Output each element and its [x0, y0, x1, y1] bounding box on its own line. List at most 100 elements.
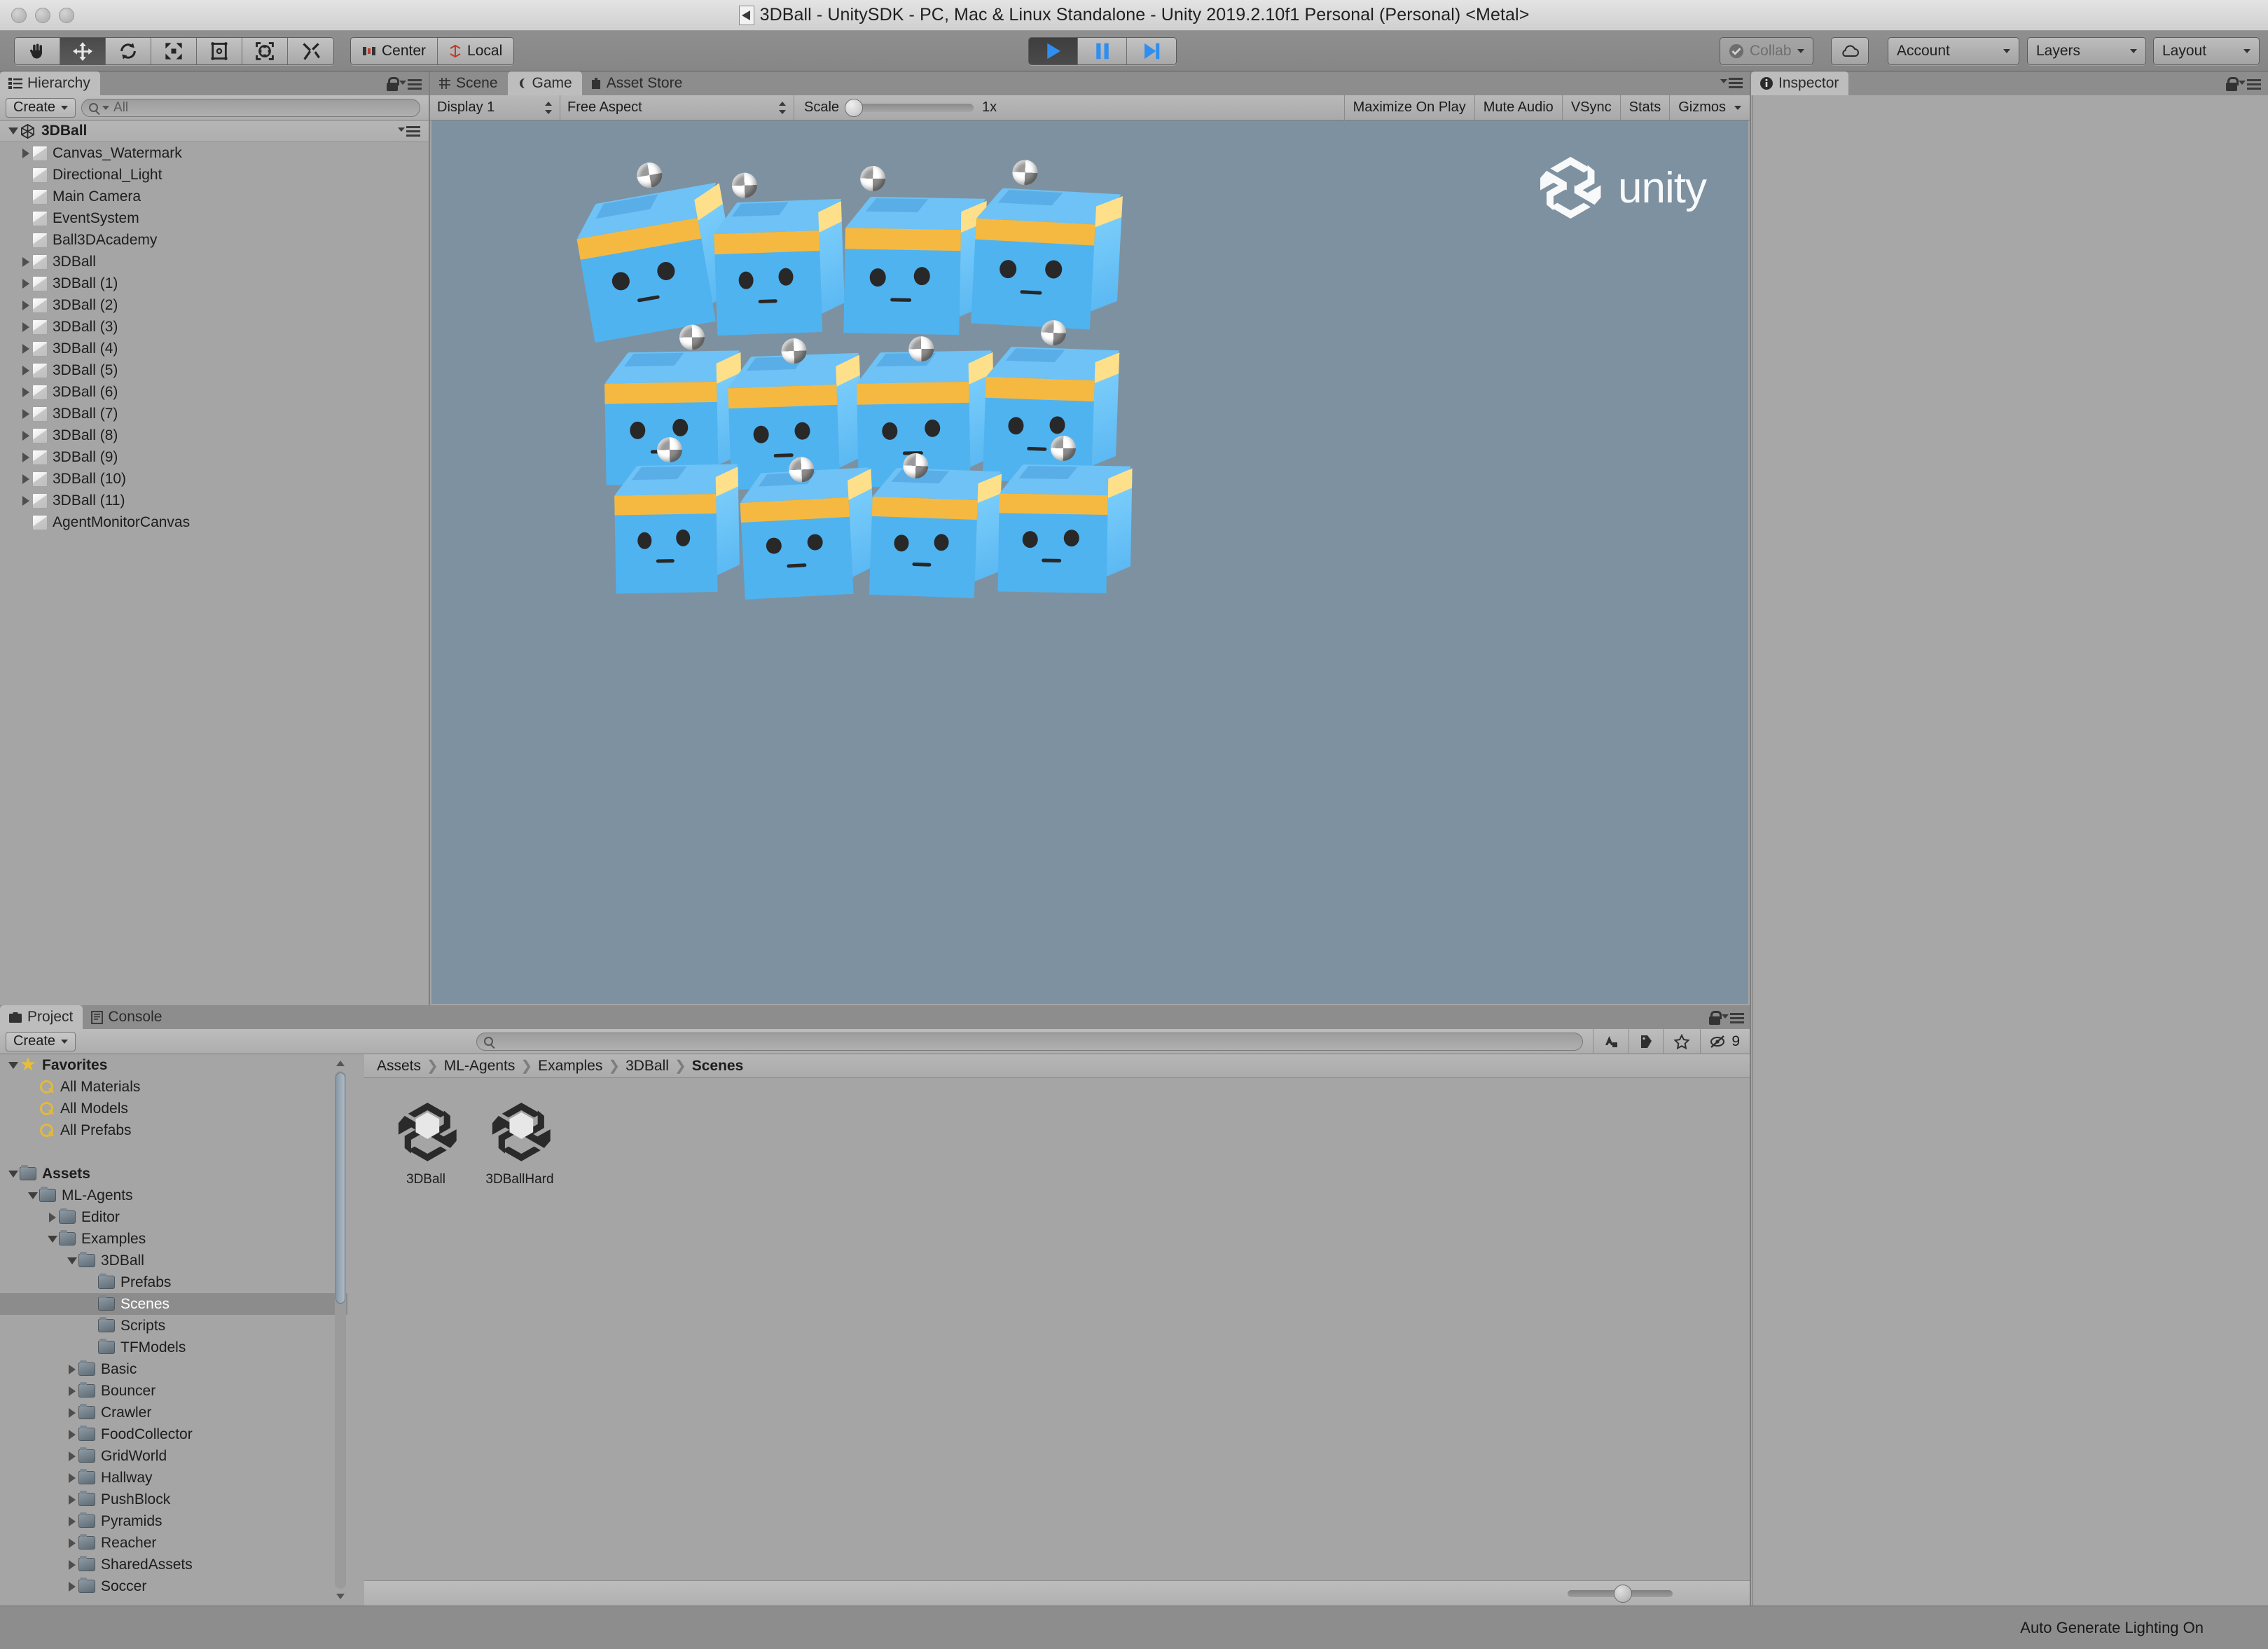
- hierarchy-item-3dball-11[interactable]: 3DBall (11): [0, 490, 429, 511]
- rotate-tool-button[interactable]: [106, 38, 151, 64]
- expand-arrow[interactable]: [66, 1582, 78, 1592]
- hierarchy-panel-menu[interactable]: [387, 77, 422, 91]
- collapse-arrow[interactable]: [66, 1257, 78, 1264]
- project-tree-item-basic[interactable]: Basic: [0, 1358, 347, 1380]
- custom-editor-tool-button[interactable]: [288, 38, 333, 64]
- project-folder-tree[interactable]: ★ Favorites All Materials All Models All Pre…: [0, 1054, 347, 1606]
- project-tree-item-pushblock[interactable]: PushBlock: [0, 1489, 347, 1510]
- maximize-on-play-toggle[interactable]: Maximize On Play: [1343, 95, 1474, 120]
- favorite-filter-button[interactable]: [1663, 1028, 1700, 1054]
- hierarchy-item-eventsystem[interactable]: EventSystem: [0, 207, 429, 229]
- hierarchy-item-3dball-10[interactable]: 3DBall (10): [0, 468, 429, 490]
- project-tree-item-prefabs[interactable]: Prefabs: [0, 1271, 347, 1293]
- panel-menu-icon[interactable]: [399, 78, 422, 90]
- hidden-assets-indicator[interactable]: 9: [1700, 1028, 1751, 1054]
- lock-icon[interactable]: [387, 77, 399, 91]
- pivot-mode-button[interactable]: Center: [351, 38, 438, 64]
- expand-arrow[interactable]: [20, 322, 32, 332]
- scene-expand-arrow[interactable]: [7, 127, 20, 134]
- project-tree-item-pyramids[interactable]: Pyramids: [0, 1510, 347, 1532]
- vsync-toggle[interactable]: VSync: [1561, 95, 1620, 120]
- project-search-input[interactable]: [476, 1032, 1584, 1051]
- expand-arrow[interactable]: [20, 496, 32, 506]
- hierarchy-scene-row[interactable]: 3DBall: [0, 120, 429, 142]
- label-filter-button[interactable]: [1629, 1028, 1663, 1054]
- expand-arrow[interactable]: [66, 1386, 78, 1396]
- tab-scene[interactable]: Scene: [430, 71, 508, 95]
- tree-scroll-down-arrow[interactable]: [335, 1590, 346, 1603]
- expand-arrow[interactable]: [66, 1430, 78, 1440]
- expand-arrow[interactable]: [66, 1560, 78, 1570]
- expand-arrow[interactable]: [66, 1365, 78, 1374]
- expand-arrow[interactable]: [20, 279, 32, 289]
- scale-control[interactable]: Scale 1x: [794, 98, 997, 117]
- expand-arrow[interactable]: [66, 1473, 78, 1483]
- hierarchy-item-agentmonitorcanvas[interactable]: AgentMonitorCanvas: [0, 511, 429, 533]
- expand-arrow[interactable]: [66, 1408, 78, 1418]
- scene-context-menu-icon[interactable]: [398, 125, 420, 137]
- project-tree-item-assets[interactable]: Assets: [0, 1163, 347, 1185]
- hierarchy-item-3dball-1[interactable]: 3DBall (1): [0, 272, 429, 294]
- hierarchy-item-3dball-4[interactable]: 3DBall (4): [0, 338, 429, 359]
- display-dropdown[interactable]: Display 1: [430, 95, 560, 120]
- project-tree-item-scenes[interactable]: Scenes: [0, 1293, 347, 1315]
- hierarchy-items[interactable]: Canvas_Watermark Directional_Light Main Ca…: [0, 142, 429, 533]
- hierarchy-tree[interactable]: 3DBall Canvas_Watermark Directional_Light…: [0, 120, 429, 1005]
- project-tree-item-3dball[interactable]: 3DBall: [0, 1250, 347, 1271]
- hierarchy-item-3dball-6[interactable]: 3DBall (6): [0, 381, 429, 403]
- breadcrumb-item-examples[interactable]: Examples: [538, 1058, 602, 1075]
- expand-arrow[interactable]: [20, 366, 32, 375]
- asset-item-3dball[interactable]: 3DBall: [391, 1096, 461, 1580]
- project-create-button[interactable]: Create: [6, 1031, 76, 1051]
- hierarchy-search-input[interactable]: All: [81, 98, 420, 117]
- expand-arrow[interactable]: [66, 1451, 78, 1461]
- asset-zoom-slider[interactable]: [1568, 1584, 1673, 1603]
- expand-arrow[interactable]: [66, 1517, 78, 1526]
- asset-zoom-slider-knob[interactable]: [1614, 1584, 1632, 1603]
- breadcrumb-item-3dball[interactable]: 3DBall: [625, 1058, 669, 1075]
- project-tree-item-all-materials[interactable]: All Materials: [0, 1076, 347, 1098]
- pivot-space-group[interactable]: Center Local: [350, 37, 515, 65]
- inspector-panel-menu[interactable]: [2226, 77, 2261, 91]
- hierarchy-item-3dball-9[interactable]: 3DBall (9): [0, 446, 429, 468]
- transform-tool-button[interactable]: [242, 38, 288, 64]
- expand-arrow[interactable]: [20, 409, 32, 419]
- project-tree-item-scripts[interactable]: Scripts: [0, 1315, 347, 1337]
- project-tree-item-hallway[interactable]: Hallway: [0, 1467, 347, 1489]
- tab-console[interactable]: Console: [83, 1005, 172, 1029]
- breadcrumb[interactable]: Assets ❯ ML-Agents ❯ Examples ❯ 3DBall ❯ Scenes: [364, 1054, 1751, 1078]
- transform-tools-group[interactable]: [14, 37, 334, 65]
- panel-menu-icon[interactable]: [1720, 77, 1743, 88]
- project-tree-item-foodcollector[interactable]: FoodCollector: [0, 1423, 347, 1445]
- hierarchy-create-button[interactable]: Create: [6, 97, 76, 118]
- expand-arrow[interactable]: [20, 453, 32, 462]
- hierarchy-item-3dball-3[interactable]: 3DBall (3): [0, 316, 429, 338]
- expand-arrow[interactable]: [20, 474, 32, 484]
- panel-menu-icon[interactable]: [1722, 1012, 1744, 1023]
- tab-game[interactable]: Game: [507, 71, 582, 95]
- tab-hierarchy[interactable]: Hierarchy: [0, 71, 100, 95]
- splitter-hierarchy-game[interactable]: [429, 71, 430, 1005]
- hand-tool-button[interactable]: [15, 38, 60, 64]
- expand-arrow[interactable]: [66, 1538, 78, 1548]
- hierarchy-item-directional-light[interactable]: Directional_Light: [0, 164, 429, 186]
- type-filter-button[interactable]: [1593, 1028, 1629, 1054]
- pause-button[interactable]: [1078, 38, 1127, 64]
- tree-scrollbar-thumb[interactable]: [336, 1072, 345, 1304]
- project-tree-item-tfmodels[interactable]: TFModels: [0, 1337, 347, 1358]
- layers-button[interactable]: Layers: [2027, 37, 2146, 65]
- project-folder-rows[interactable]: ★ Favorites All Materials All Models All Pre…: [0, 1054, 347, 1597]
- aspect-dropdown[interactable]: Free Aspect: [560, 95, 794, 120]
- asset-item-3dballhard[interactable]: 3DBallHard: [485, 1096, 555, 1580]
- project-tree-item-crawler[interactable]: Crawler: [0, 1402, 347, 1423]
- splitter-project-tree[interactable]: [347, 1054, 364, 1606]
- lock-icon[interactable]: [2226, 77, 2239, 91]
- hierarchy-item-main-camera[interactable]: Main Camera: [0, 186, 429, 207]
- collapse-arrow[interactable]: [27, 1192, 39, 1199]
- tab-inspector[interactable]: Inspector: [1751, 71, 1849, 95]
- layout-button[interactable]: Layout: [2153, 37, 2260, 65]
- hierarchy-item-3dball-7[interactable]: 3DBall (7): [0, 403, 429, 425]
- scale-slider-knob[interactable]: [845, 98, 864, 117]
- stats-toggle[interactable]: Stats: [1619, 95, 1670, 120]
- project-tree-item-all-prefabs[interactable]: All Prefabs: [0, 1119, 347, 1141]
